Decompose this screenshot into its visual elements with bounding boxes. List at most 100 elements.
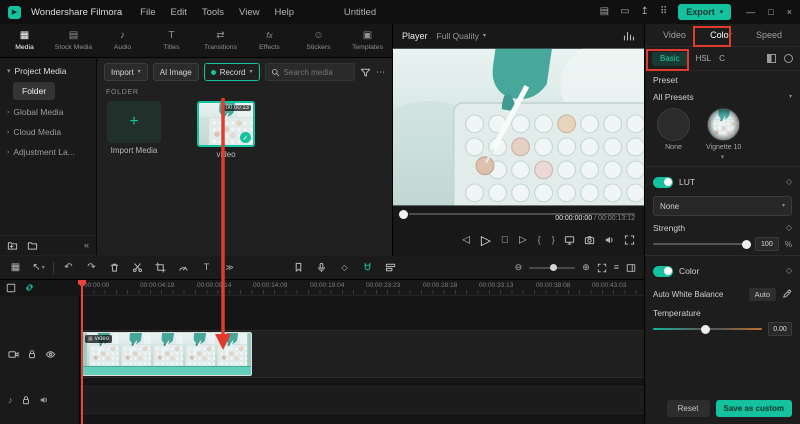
tab-audio[interactable]: ♪ Audio xyxy=(98,24,147,57)
export-button[interactable]: Export ▾ xyxy=(678,4,732,20)
close-button[interactable]: × xyxy=(787,7,792,17)
split-scissors-icon[interactable] xyxy=(126,262,149,273)
video-thumbnail[interactable]: 00:00:13 ✓ xyxy=(197,101,255,147)
all-presets-row[interactable]: All Presets ▾ xyxy=(645,89,800,105)
undo-icon[interactable]: ↶ xyxy=(57,262,80,273)
seek-handle[interactable] xyxy=(399,209,408,219)
new-folder-icon[interactable] xyxy=(7,240,18,251)
fullscreen-icon[interactable] xyxy=(624,235,635,246)
tab-media[interactable]: ▦ Media xyxy=(0,24,49,57)
tab-video[interactable]: Video xyxy=(663,30,686,40)
audio-track-icon[interactable]: ♪ xyxy=(8,395,13,405)
lut-toggle[interactable] xyxy=(653,176,673,188)
hide-track-eye-icon[interactable] xyxy=(45,349,56,360)
fit-timeline-icon[interactable] xyxy=(597,263,607,273)
keyframe-icon[interactable]: ◇ xyxy=(333,263,356,272)
track-manager-icon[interactable] xyxy=(379,262,402,273)
save-as-custom-button[interactable]: Save as custom xyxy=(715,400,792,417)
preset-none[interactable]: None xyxy=(657,108,690,151)
delete-icon[interactable] xyxy=(103,262,126,273)
color-toggle[interactable] xyxy=(653,265,673,277)
layout-icon[interactable]: ▤ xyxy=(600,7,609,17)
clip-box-icon[interactable] xyxy=(6,283,16,293)
tab-effects[interactable]: fx Effects xyxy=(245,24,294,57)
mute-track-icon[interactable] xyxy=(39,395,49,405)
zoom-in-icon[interactable]: ⊕ xyxy=(582,263,590,272)
tab-color[interactable]: Color xyxy=(710,30,732,40)
video-track-lane[interactable]: ▦ video xyxy=(80,330,644,378)
record-button[interactable]: Record ▾ xyxy=(203,63,260,81)
zoom-slider-handle[interactable] xyxy=(549,264,557,271)
select-tool-icon[interactable]: ↖ ▾ xyxy=(27,262,50,273)
more-options-icon[interactable]: ⋯ xyxy=(376,67,385,77)
link-clips-icon[interactable] xyxy=(24,282,35,293)
filter-icon[interactable] xyxy=(360,67,371,78)
strength-value[interactable]: 100 xyxy=(754,237,779,251)
shortcut-grid-icon[interactable]: ⠿ xyxy=(660,7,667,17)
collapse-sidebar-icon[interactable]: « xyxy=(84,241,89,250)
display-mode-icon[interactable] xyxy=(564,235,575,246)
speed-icon[interactable] xyxy=(172,262,195,273)
subtab-basic[interactable]: Basic xyxy=(652,51,688,66)
sidebar-item-folder[interactable]: Folder xyxy=(13,82,56,100)
tab-stock-media[interactable]: ▤ Stock Media xyxy=(49,24,98,57)
sidebar-item-project-media[interactable]: ▾ Project Media xyxy=(0,61,96,81)
histogram-icon[interactable] xyxy=(623,31,635,41)
maximize-button[interactable]: □ xyxy=(768,7,773,17)
subtab-hsl[interactable]: HSL xyxy=(696,54,712,63)
text-tool-icon[interactable]: T xyxy=(195,263,218,272)
keyframe-diamond-icon[interactable]: ◇ xyxy=(786,267,792,275)
keyframe-diamond-icon[interactable]: ◇ xyxy=(786,223,792,232)
import-button[interactable]: Import ▾ xyxy=(104,63,148,81)
playhead[interactable] xyxy=(78,280,86,424)
snap-magnet-icon[interactable] xyxy=(356,262,379,273)
tab-transitions[interactable]: ⇄ Transitions xyxy=(196,24,245,57)
voiceover-mic-icon[interactable] xyxy=(310,262,333,273)
media-bin-icon[interactable]: ▦ xyxy=(4,262,27,273)
menu-edit[interactable]: Edit xyxy=(170,7,186,18)
sidebar-item-adjustment-layer[interactable]: › Adjustment La... xyxy=(0,142,96,162)
tab-templates[interactable]: ▣ Templates xyxy=(343,24,392,57)
volume-icon[interactable] xyxy=(604,235,615,246)
menu-view[interactable]: View xyxy=(239,7,259,18)
tab-titles[interactable]: T Titles xyxy=(147,24,196,57)
upload-icon[interactable]: ↥ xyxy=(641,7,649,17)
timeline-ruler[interactable]: 00:00:00 00:00:04:19 00:00:09:14 00:00:1… xyxy=(80,280,644,296)
previous-frame-icon[interactable]: ◁ xyxy=(462,235,470,245)
marker-icon[interactable] xyxy=(287,262,310,273)
timeline-video-clip[interactable]: ▦ video xyxy=(82,332,252,376)
zoom-slider[interactable] xyxy=(529,264,576,271)
ai-image-button[interactable]: AI Image xyxy=(152,63,199,81)
temperature-slider[interactable] xyxy=(653,324,762,334)
sidebar-item-cloud-media[interactable]: › Cloud Media xyxy=(0,122,96,142)
strength-slider-handle[interactable] xyxy=(741,239,751,249)
delete-folder-icon[interactable] xyxy=(27,240,38,251)
eyedropper-icon[interactable] xyxy=(782,289,792,299)
preset-vignette-10[interactable]: Vignette 10 xyxy=(706,108,741,151)
zoom-out-icon[interactable]: ⊖ xyxy=(515,263,523,272)
stop-icon[interactable]: □ xyxy=(502,235,508,245)
snapshot-camera-icon[interactable] xyxy=(584,235,595,246)
tab-speed[interactable]: Speed xyxy=(756,30,782,40)
menu-tools[interactable]: Tools xyxy=(202,7,224,18)
video-track-icon[interactable] xyxy=(8,349,19,360)
quality-dropdown[interactable]: Full Quality ▾ xyxy=(437,31,487,41)
audio-track-lane[interactable] xyxy=(80,386,644,414)
lut-dropdown[interactable]: None ▾ xyxy=(653,196,792,216)
mark-in-icon[interactable]: { xyxy=(538,235,541,245)
subtab-curve[interactable]: C xyxy=(719,54,725,63)
awb-auto-button[interactable]: Auto xyxy=(748,287,776,301)
compare-icon[interactable] xyxy=(767,54,776,63)
reset-button[interactable]: Reset xyxy=(666,400,710,417)
search-input[interactable] xyxy=(283,67,349,77)
color-wheel-icon[interactable] xyxy=(784,54,793,63)
tab-stickers[interactable]: ☺ Stickers xyxy=(294,24,343,57)
sidebar-item-global-media[interactable]: › Global Media xyxy=(0,102,96,122)
menu-file[interactable]: File xyxy=(140,7,155,18)
redo-icon[interactable]: ↷ xyxy=(80,262,103,273)
lock-track-icon[interactable] xyxy=(27,349,37,359)
minimize-button[interactable]: — xyxy=(746,7,755,17)
crop-icon[interactable] xyxy=(149,262,172,273)
video-preview[interactable] xyxy=(393,48,644,206)
strength-slider[interactable] xyxy=(653,239,751,249)
